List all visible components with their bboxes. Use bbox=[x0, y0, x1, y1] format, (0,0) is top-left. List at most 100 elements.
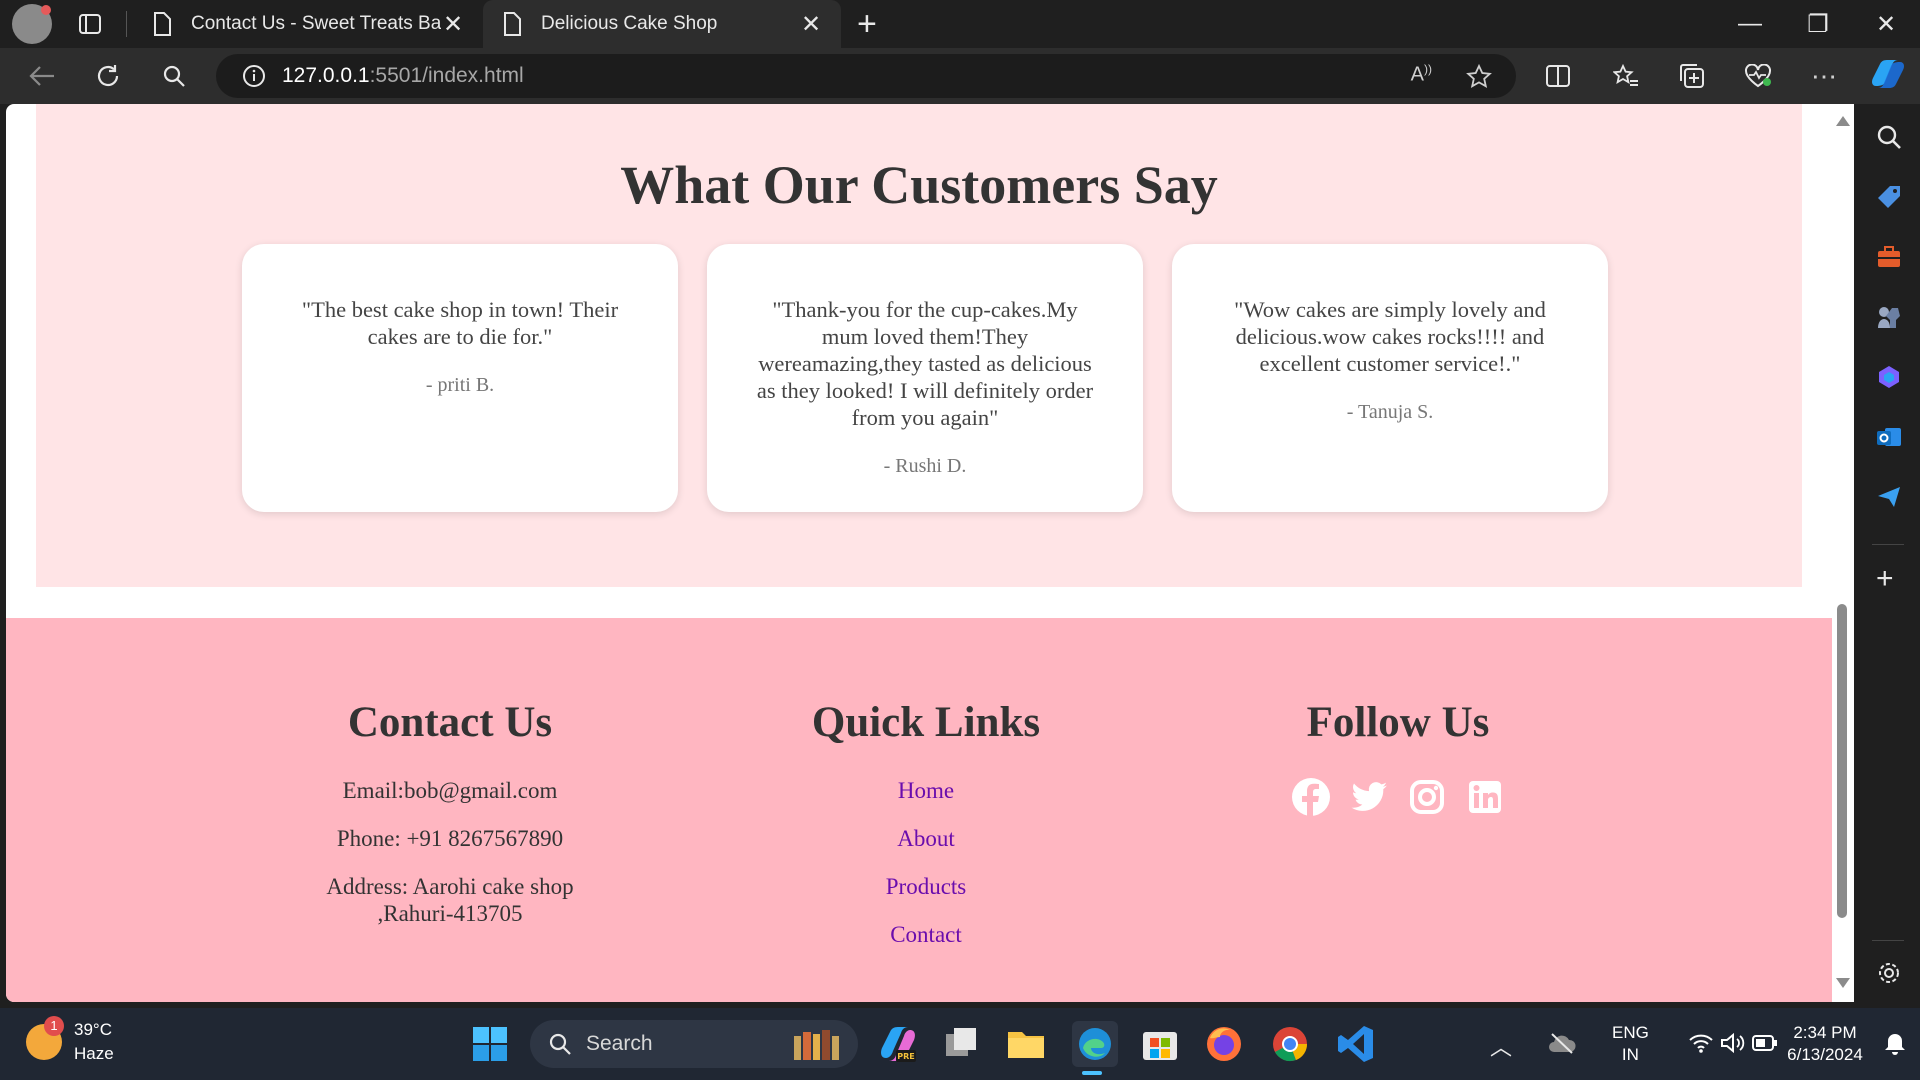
tab-title: Contact Us - Sweet Treats Bakery bbox=[191, 13, 441, 34]
scroll-thumb[interactable] bbox=[1837, 604, 1847, 918]
profile-avatar[interactable] bbox=[12, 4, 52, 44]
weather-haze-icon: 1 bbox=[26, 1016, 64, 1060]
favorites-icon[interactable] bbox=[1606, 56, 1646, 96]
search-icon[interactable] bbox=[154, 56, 194, 96]
new-tab-icon[interactable]: + bbox=[857, 5, 877, 44]
browser-essentials-icon[interactable] bbox=[1738, 56, 1778, 96]
restore-icon[interactable]: ❐ bbox=[1784, 0, 1852, 48]
task-view-icon[interactable] bbox=[942, 1024, 982, 1064]
edge-sidebar: + bbox=[1856, 104, 1920, 1008]
contact-heading: Contact Us bbox=[347, 699, 553, 746]
split-screen-icon[interactable] bbox=[1538, 56, 1578, 96]
more-options-icon[interactable]: ⋯ bbox=[1804, 56, 1844, 96]
wifi-icon[interactable] bbox=[1688, 1032, 1714, 1054]
tab-delicious-cake-shop[interactable]: Delicious Cake Shop ✕ bbox=[483, 0, 841, 48]
tools-briefcase-icon[interactable] bbox=[1876, 244, 1902, 270]
follow-us-column: Follow Us bbox=[1256, 698, 1540, 817]
notification-bell-icon[interactable] bbox=[1884, 1032, 1906, 1056]
footer-link-contact[interactable]: Contact bbox=[786, 921, 1066, 948]
quick-links-column: Quick Links Home About Products Contact bbox=[786, 698, 1066, 948]
browser-toolbar: 127.0.0.1:5501/index.html A)) ⋯ bbox=[0, 48, 1920, 104]
testimonial-author: - priti B. bbox=[425, 374, 495, 396]
site-footer: Contact Us Email:bob@gmail.com Phone: +9… bbox=[6, 618, 1854, 1002]
games-icon[interactable] bbox=[1876, 304, 1902, 330]
tab-contact-us[interactable]: Contact Us - Sweet Treats Bakery ✕ bbox=[133, 0, 483, 48]
footer-link-home[interactable]: Home bbox=[786, 777, 1066, 804]
address-bar[interactable]: 127.0.0.1:5501/index.html A)) bbox=[216, 54, 1516, 98]
testimonial-card: "The best cake shop in town! Their cakes… bbox=[242, 244, 678, 512]
footer-link-products[interactable]: Products bbox=[786, 873, 1066, 900]
firefox-icon[interactable] bbox=[1204, 1024, 1244, 1064]
url-path: :5501/index.html bbox=[369, 64, 524, 87]
tab-actions-icon[interactable] bbox=[72, 6, 108, 42]
scroll-up-arrow-icon[interactable] bbox=[1836, 116, 1850, 126]
clock-date: 6/13/2024 bbox=[1787, 1045, 1863, 1064]
weather-badge: 1 bbox=[44, 1016, 64, 1036]
scroll-down-arrow-icon[interactable] bbox=[1836, 978, 1850, 988]
tab-separator bbox=[126, 11, 127, 37]
social-icons bbox=[1256, 777, 1540, 817]
instagram-icon[interactable] bbox=[1407, 777, 1447, 817]
copilot-pre-icon[interactable]: PRE bbox=[878, 1024, 918, 1064]
microsoft-store-icon[interactable] bbox=[1140, 1024, 1180, 1064]
weather-temp: 39°C bbox=[74, 1020, 112, 1039]
weather-desc: Haze bbox=[74, 1044, 114, 1063]
testimonials-section: What Our Customers Say "The best cake sh… bbox=[36, 104, 1802, 587]
settings-gear-icon[interactable] bbox=[1876, 960, 1902, 986]
footer-link-about[interactable]: About bbox=[786, 825, 1066, 852]
show-hidden-icons-chevron-icon[interactable]: ︿ bbox=[1490, 1030, 1512, 1062]
outlook-icon[interactable] bbox=[1876, 424, 1902, 450]
testimonial-card: "Wow cakes are simply lovely and delicio… bbox=[1172, 244, 1608, 512]
taskbar-search[interactable]: Search bbox=[530, 1020, 858, 1068]
tab-title: Delicious Cake Shop bbox=[541, 13, 718, 34]
weather-widget[interactable]: 1 39°C Haze bbox=[26, 1016, 114, 1066]
read-aloud-icon[interactable]: A)) bbox=[1411, 62, 1432, 87]
collections-icon[interactable] bbox=[1672, 56, 1712, 96]
chrome-icon[interactable] bbox=[1270, 1024, 1310, 1064]
contact-phone: Phone: +91 8267567890 bbox=[336, 826, 564, 851]
testimonials-heading: What Our Customers Say bbox=[620, 155, 1218, 215]
volume-icon[interactable] bbox=[1720, 1032, 1746, 1054]
copilot-sidebar-icon[interactable] bbox=[1876, 364, 1902, 390]
close-tab-icon[interactable]: ✕ bbox=[441, 10, 465, 39]
close-tab-icon[interactable]: ✕ bbox=[799, 10, 823, 39]
twitter-icon[interactable] bbox=[1349, 777, 1389, 817]
windows-start-icon[interactable] bbox=[472, 1026, 508, 1062]
minimize-icon[interactable]: — bbox=[1716, 0, 1784, 48]
svg-text:PRE: PRE bbox=[897, 1052, 915, 1061]
close-window-icon[interactable]: ✕ bbox=[1852, 0, 1920, 48]
favorite-star-icon[interactable] bbox=[1466, 64, 1492, 90]
window-controls: — ❐ ✕ bbox=[1716, 0, 1920, 48]
search-label: Search bbox=[586, 1032, 653, 1055]
facebook-icon[interactable] bbox=[1291, 777, 1331, 817]
browser-titlebar: Contact Us - Sweet Treats Bakery ✕ Delic… bbox=[0, 0, 1920, 48]
quick-links-heading: Quick Links bbox=[811, 699, 1041, 746]
vscode-icon[interactable] bbox=[1336, 1024, 1376, 1064]
edge-taskbar-icon[interactable] bbox=[1072, 1021, 1118, 1075]
testimonial-quote: "Thank-you for the cup-cakes.My mum love… bbox=[756, 297, 1094, 430]
shopping-tag-icon[interactable] bbox=[1876, 184, 1902, 210]
testimonial-card: "Thank-you for the cup-cakes.My mum love… bbox=[707, 244, 1143, 512]
contact-column: Contact Us Email:bob@gmail.com Phone: +9… bbox=[306, 698, 594, 927]
testimonial-quote: "The best cake shop in town! Their cakes… bbox=[301, 297, 619, 349]
sidebar-divider bbox=[1872, 544, 1904, 545]
url-host: 127.0.0.1 bbox=[282, 64, 370, 87]
add-sidebar-app-icon[interactable]: + bbox=[1876, 562, 1894, 596]
file-explorer-icon[interactable] bbox=[1006, 1024, 1046, 1064]
page-scrollbar[interactable] bbox=[1832, 104, 1854, 1002]
document-icon bbox=[154, 12, 171, 36]
follow-heading: Follow Us bbox=[1306, 699, 1490, 746]
linkedin-icon[interactable] bbox=[1465, 777, 1505, 817]
copilot-icon[interactable] bbox=[1868, 54, 1908, 94]
send-icon[interactable] bbox=[1876, 484, 1902, 510]
back-icon[interactable] bbox=[22, 56, 62, 96]
taskbar-clock[interactable]: 2:34 PM 6/13/2024 bbox=[1770, 1022, 1880, 1066]
refresh-icon[interactable] bbox=[88, 56, 128, 96]
site-info-icon[interactable] bbox=[242, 64, 266, 88]
contact-email: Email:bob@gmail.com bbox=[342, 778, 558, 803]
testimonial-quote: "Wow cakes are simply lovely and delicio… bbox=[1234, 297, 1546, 376]
language-indicator[interactable]: ENG IN bbox=[1612, 1022, 1649, 1066]
language-code: ENG bbox=[1612, 1023, 1649, 1042]
sidebar-search-icon[interactable] bbox=[1876, 124, 1902, 150]
onedrive-cloud-icon[interactable] bbox=[1548, 1032, 1576, 1054]
